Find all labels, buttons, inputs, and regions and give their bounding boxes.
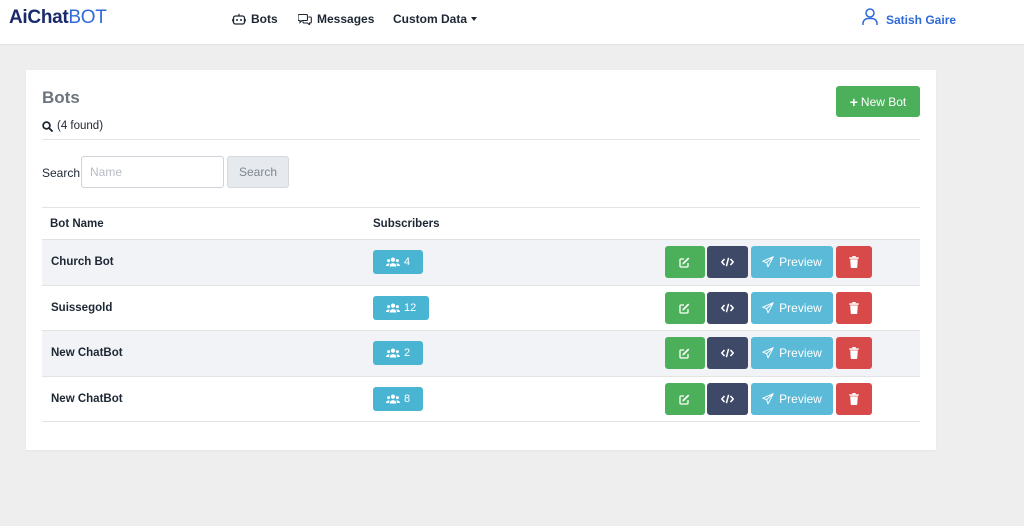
delete-button[interactable] bbox=[836, 246, 872, 278]
edit-button[interactable] bbox=[665, 337, 705, 369]
users-icon bbox=[386, 303, 400, 312]
user-name: Satish Gaire bbox=[886, 13, 957, 27]
nav-bots[interactable]: Bots bbox=[232, 11, 278, 27]
table-row: New ChatBot 8 Preview bbox=[42, 377, 920, 422]
edit-icon bbox=[679, 394, 690, 405]
embed-code-button[interactable] bbox=[707, 382, 748, 415]
preview-label: Preview bbox=[779, 346, 822, 360]
nav-custom-data-label: Custom Data bbox=[393, 12, 468, 26]
preview-label: Preview bbox=[779, 391, 822, 406]
edit-button[interactable] bbox=[665, 246, 705, 278]
subscribers-badge[interactable]: 8 bbox=[373, 386, 424, 411]
code-icon bbox=[721, 348, 734, 358]
nav-bots-label: Bots bbox=[251, 12, 278, 26]
subscribers-badge[interactable]: 2 bbox=[373, 341, 424, 365]
subscribers-badge[interactable]: 12 bbox=[373, 295, 430, 320]
divider bbox=[42, 139, 920, 140]
new-bot-button[interactable]: + New Bot bbox=[836, 86, 920, 117]
users-icon bbox=[386, 257, 400, 267]
code-icon bbox=[721, 394, 734, 403]
found-count-text: (4 found) bbox=[57, 120, 104, 132]
bot-name: New ChatBot bbox=[51, 392, 123, 405]
users-icon bbox=[386, 348, 400, 358]
column-header-subscribers: Subscribers bbox=[373, 218, 440, 230]
users-icon bbox=[386, 394, 400, 403]
search-input[interactable] bbox=[81, 156, 224, 188]
robot-icon bbox=[232, 13, 246, 25]
code-icon bbox=[721, 257, 734, 267]
paper-plane-icon bbox=[762, 347, 774, 359]
table-header: Bot Name Subscribers bbox=[42, 207, 920, 240]
subscribers-count: 4 bbox=[404, 256, 411, 268]
trash-icon bbox=[849, 392, 859, 405]
embed-code-button[interactable] bbox=[707, 337, 748, 369]
preview-button[interactable]: Preview bbox=[751, 246, 833, 278]
trash-icon bbox=[849, 347, 859, 359]
table-row: Church Bot 4 Preview bbox=[42, 240, 920, 286]
bot-name: New ChatBot bbox=[51, 347, 123, 359]
paper-plane-icon bbox=[762, 301, 774, 313]
nav-custom-data-dropdown[interactable]: Custom Data bbox=[393, 11, 478, 27]
nav-messages-label: Messages bbox=[317, 12, 375, 26]
edit-icon bbox=[679, 257, 690, 268]
preview-button[interactable]: Preview bbox=[751, 291, 833, 324]
bot-name: Church Bot bbox=[51, 256, 114, 268]
new-bot-label: New Bot bbox=[860, 94, 907, 109]
edit-button[interactable] bbox=[665, 382, 705, 415]
column-header-bot-name: Bot Name bbox=[50, 218, 104, 230]
search-icon bbox=[42, 120, 53, 132]
search-button[interactable]: Search bbox=[227, 156, 289, 188]
trash-icon bbox=[849, 256, 859, 268]
subscribers-count: 2 bbox=[404, 347, 411, 359]
paper-plane-icon bbox=[762, 256, 774, 268]
bots-table: Bot Name Subscribers Church Bot 4 Previe… bbox=[42, 207, 920, 422]
preview-label: Preview bbox=[779, 255, 822, 269]
delete-button[interactable] bbox=[836, 382, 872, 415]
page-title: Bots bbox=[42, 88, 80, 107]
delete-button[interactable] bbox=[836, 337, 872, 369]
subscribers-count: 12 bbox=[404, 301, 417, 314]
table-row: New ChatBot 2 Preview bbox=[42, 331, 920, 377]
plus-icon: + bbox=[849, 93, 858, 110]
table-row: Suissegold 12 Preview bbox=[42, 286, 920, 331]
embed-code-button[interactable] bbox=[707, 246, 748, 278]
nav-messages[interactable]: Messages bbox=[298, 11, 374, 27]
edit-icon bbox=[679, 348, 690, 359]
embed-code-button[interactable] bbox=[707, 291, 748, 324]
search-label: Search bbox=[42, 166, 81, 180]
top-navbar: AiChatBOT Bots Messages Custom Data Sati… bbox=[0, 0, 1024, 44]
preview-label: Preview bbox=[779, 300, 822, 315]
comments-icon bbox=[298, 13, 312, 25]
found-count: (4 found) bbox=[42, 120, 103, 132]
subscribers-count: 8 bbox=[404, 392, 411, 405]
edit-button[interactable] bbox=[665, 291, 705, 324]
preview-button[interactable]: Preview bbox=[751, 382, 833, 415]
bots-card: Bots (4 found) + New Bot Search Search B… bbox=[26, 70, 936, 450]
edit-icon bbox=[679, 303, 690, 314]
brand-part-1: AiChat bbox=[9, 7, 69, 28]
brand-part-2: BOT bbox=[68, 7, 107, 28]
trash-icon bbox=[849, 301, 859, 314]
delete-button[interactable] bbox=[836, 291, 872, 324]
brand-logo[interactable]: AiChatBOT bbox=[9, 7, 107, 29]
preview-button[interactable]: Preview bbox=[751, 337, 833, 369]
subscribers-badge[interactable]: 4 bbox=[373, 250, 424, 274]
caret-down-icon bbox=[471, 17, 478, 21]
user-menu[interactable]: Satish Gaire bbox=[862, 8, 957, 27]
user-icon bbox=[862, 8, 878, 25]
code-icon bbox=[721, 303, 734, 312]
bot-name: Suissegold bbox=[51, 301, 113, 314]
paper-plane-icon bbox=[762, 392, 774, 404]
